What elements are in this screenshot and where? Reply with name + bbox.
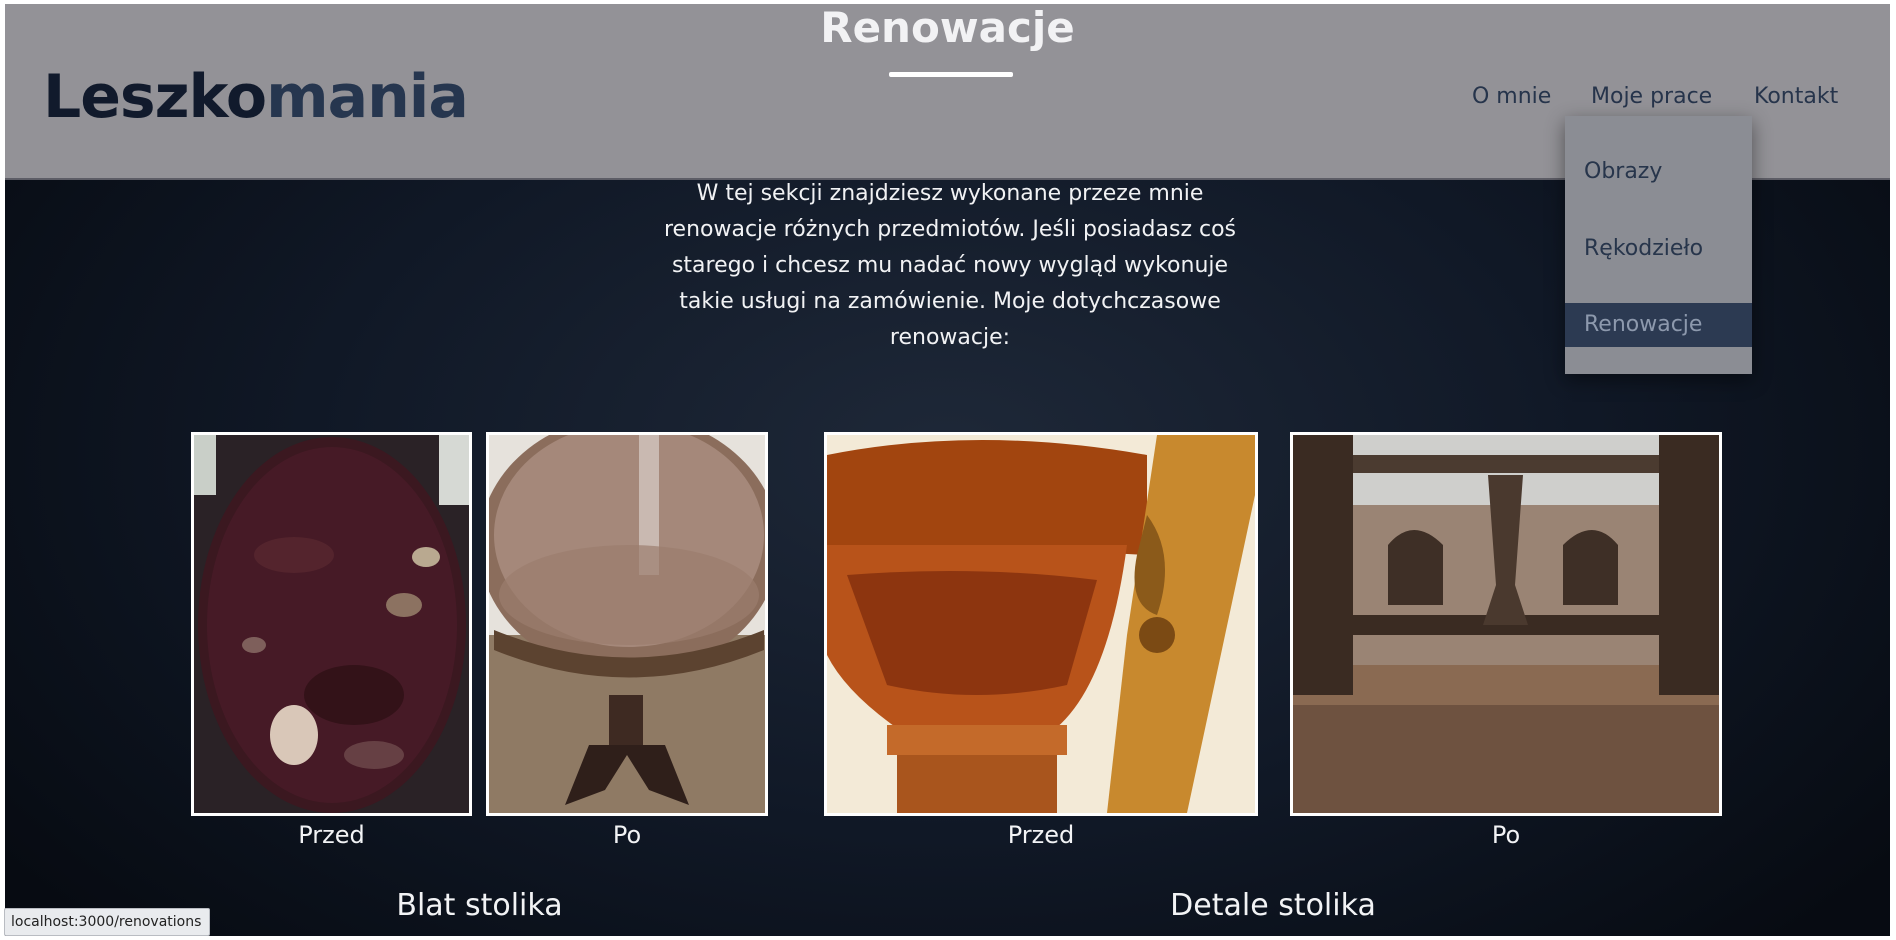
photo-tabletop-after[interactable] — [486, 432, 768, 816]
logo-part-1: Leszko — [43, 62, 267, 132]
photo-tabletop-before[interactable] — [191, 432, 472, 816]
works-dropdown-menu: Obrazy Rękodzieło Renowacje — [1565, 116, 1752, 374]
page-title: Renowacje — [820, 4, 1075, 52]
dropdown-item-handicraft[interactable]: Rękodzieło — [1565, 227, 1752, 271]
caption-tabletop-before: Przed — [298, 821, 365, 849]
intro-line: renowacje: — [889, 325, 1011, 350]
gallery-title-details: Detale stolika — [1170, 888, 1376, 923]
page-frame: Leszkomania Renowacje O mnie Moje prace … — [5, 4, 1890, 936]
intro-text: W tej sekcji znajdziesz wykonane przeze … — [645, 176, 1255, 356]
browser-status-url: localhost:3000/renovations — [4, 908, 211, 936]
photo-details-before[interactable] — [824, 432, 1258, 816]
caption-details-before: Przed — [1007, 821, 1075, 849]
gallery-title-tabletop: Blat stolika — [396, 888, 563, 923]
dropdown-item-renovations[interactable]: Renowacje — [1565, 303, 1752, 347]
nav-contact[interactable]: Kontakt — [1754, 78, 1838, 116]
title-underline — [889, 72, 1013, 77]
caption-details-after: Po — [1491, 821, 1521, 849]
intro-line: starego i chcesz mu nadać nowy wygląd wy… — [671, 253, 1229, 278]
details-after-image — [1293, 435, 1719, 813]
nav-about[interactable]: O mnie — [1472, 78, 1551, 116]
caption-tabletop-after: Po — [612, 821, 642, 849]
intro-line: W tej sekcji znajdziesz wykonane przeze … — [696, 181, 1204, 206]
photo-details-after[interactable] — [1290, 432, 1722, 816]
logo-part-2: mania — [266, 62, 469, 132]
site-logo[interactable]: Leszkomania — [43, 58, 469, 136]
nav-my-works[interactable]: Moje prace — [1591, 78, 1712, 116]
tabletop-before-image — [194, 435, 469, 813]
tabletop-after-image — [489, 435, 765, 813]
intro-line: renowacje różnych przedmiotów. Jeśli pos… — [663, 217, 1237, 242]
dropdown-item-paintings[interactable]: Obrazy — [1565, 150, 1752, 194]
intro-line: takie usługi na zamówienie. Moje dotychc… — [679, 289, 1221, 314]
details-before-image — [827, 435, 1255, 813]
